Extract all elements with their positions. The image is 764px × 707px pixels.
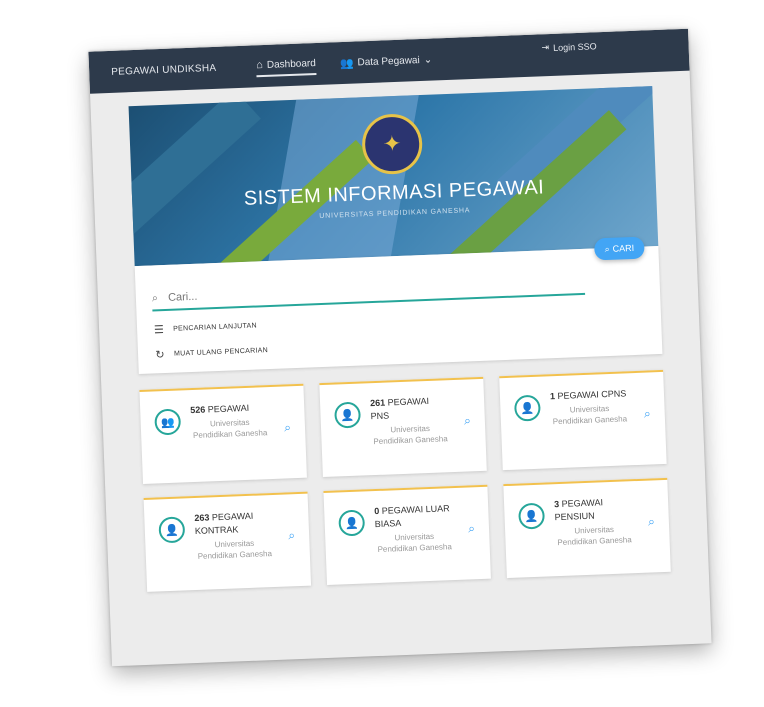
search-field: ⌕ bbox=[151, 274, 586, 312]
cari-button[interactable]: ⌕ CARI bbox=[593, 236, 645, 261]
refresh-icon: ↻ bbox=[155, 349, 166, 362]
card-title: 526 PEGAWAI bbox=[190, 401, 268, 417]
search-icon: ⌕ bbox=[151, 291, 159, 304]
card-count: 1 bbox=[549, 391, 556, 402]
search-icon[interactable]: ⌕ bbox=[288, 528, 295, 543]
card-count: 261 bbox=[369, 397, 386, 409]
person-icon: 👤 bbox=[158, 516, 186, 544]
card-title: 261 PEGAWAI PNS bbox=[370, 394, 449, 423]
home-icon: ⌂ bbox=[256, 59, 264, 72]
card-title: 1 PEGAWAI CPNS bbox=[550, 387, 628, 403]
search-icon[interactable]: ⌕ bbox=[468, 521, 475, 536]
menu-icon: ☰ bbox=[153, 324, 165, 337]
search-icon[interactable]: ⌕ bbox=[648, 514, 655, 529]
person-icon: 👤 bbox=[518, 502, 546, 530]
hero-banner: ✦ SISTEM INFORMASI PEGAWAI UNIVERSITAS P… bbox=[128, 86, 659, 267]
login-sso-label: Login SSO bbox=[552, 40, 597, 53]
reload-search-label: MUAT ULANG PENCARIAN bbox=[173, 347, 269, 358]
reload-search-link[interactable]: ↻ MUAT ULANG PENCARIAN bbox=[154, 330, 646, 362]
stat-card-luar-biasa[interactable]: 👤 0 PEGAWAI LUAR BIASA Universitas Pendi… bbox=[323, 484, 491, 585]
nav-data-pegawai[interactable]: 👥 Data Pegawai ⌄ bbox=[339, 49, 433, 74]
stat-card-pensiun[interactable]: 👤 3 PEGAWAI PENSIUN Universitas Pendidik… bbox=[503, 477, 671, 579]
card-text: 0 PEGAWAI LUAR BIASA Universitas Pendidi… bbox=[374, 502, 454, 555]
advanced-search-label: PENCARIAN LANJUTAN bbox=[172, 322, 258, 333]
stat-card-pns[interactable]: 👤 261 PEGAWAI PNS Universitas Pendidikan… bbox=[319, 376, 487, 478]
stat-card-kontrak[interactable]: 👤 263 PEGAWAI KONTRAK Universitas Pendid… bbox=[143, 491, 312, 592]
card-text: 1 PEGAWAI CPNS Universitas Pendidikan Ga… bbox=[550, 387, 629, 427]
nav-dashboard-label: Dashboard bbox=[266, 57, 316, 71]
card-count: 526 bbox=[190, 404, 206, 416]
card-text: 261 PEGAWAI PNS Universitas Pendidikan G… bbox=[370, 394, 450, 447]
search-icon[interactable]: ⌕ bbox=[284, 420, 291, 435]
main-content: ✦ SISTEM INFORMASI PEGAWAI UNIVERSITAS P… bbox=[90, 71, 709, 594]
person-icon: 👤 bbox=[513, 394, 541, 422]
search-icon: ⌕ bbox=[604, 243, 610, 254]
cari-button-label: CARI bbox=[612, 242, 635, 254]
browser-screenshot: PEGAWAI UNDIKSHA ⌂ Dashboard 👥 Data Pega… bbox=[88, 28, 712, 667]
brand-link[interactable]: PEGAWAI UNDIKSHA bbox=[111, 62, 217, 77]
card-text: 3 PEGAWAI PENSIUN Universitas Pendidikan… bbox=[554, 495, 634, 548]
card-title: 0 PEGAWAI LUAR BIASA bbox=[374, 502, 453, 531]
card-desc: Universitas Pendidikan Ganesha bbox=[557, 524, 632, 548]
nav-dashboard[interactable]: ⌂ Dashboard bbox=[255, 53, 317, 78]
card-desc: Universitas Pendidikan Ganesha bbox=[552, 404, 628, 427]
card-desc: Universitas Pendidikan Ganesha bbox=[197, 538, 273, 561]
card-desc: Universitas Pendidikan Ganesha bbox=[377, 531, 452, 555]
card-count: 0 bbox=[374, 505, 380, 517]
stat-cards: 👥 526 PEGAWAI Universitas Pendidikan Gan… bbox=[139, 369, 671, 592]
chevron-down-icon: ⌄ bbox=[423, 54, 433, 66]
card-title: 263 PEGAWAI KONTRAK bbox=[194, 509, 273, 538]
nav-data-pegawai-label: Data Pegawai bbox=[357, 54, 420, 68]
card-label: PEGAWAI CPNS bbox=[557, 388, 627, 401]
card-label: PEGAWAI bbox=[207, 402, 250, 415]
search-input[interactable] bbox=[165, 274, 585, 305]
card-text: 526 PEGAWAI Universitas Pendidikan Ganes… bbox=[190, 401, 269, 441]
card-count: 3 bbox=[553, 499, 560, 510]
stat-card-cpns[interactable]: 👤 1 PEGAWAI CPNS Universitas Pendidikan … bbox=[499, 369, 667, 471]
card-count: 263 bbox=[194, 512, 210, 524]
card-title: 3 PEGAWAI PENSIUN bbox=[554, 495, 633, 524]
group-icon: 👥 bbox=[154, 408, 182, 436]
person-icon: 👤 bbox=[334, 401, 362, 429]
search-panel: ⌕ CARI ⌕ ☰ PENCARIAN LANJUTAN ↻ MUAT ULA… bbox=[134, 236, 663, 375]
card-text: 263 PEGAWAI KONTRAK Universitas Pendidik… bbox=[194, 509, 274, 562]
login-sso-link[interactable]: ⇥ Login SSO bbox=[541, 40, 596, 53]
card-desc: Universitas Pendidikan Ganesha bbox=[192, 417, 268, 441]
card-desc: Universitas Pendidikan Ganesha bbox=[373, 423, 448, 447]
stat-card-total[interactable]: 👥 526 PEGAWAI Universitas Pendidikan Gan… bbox=[139, 383, 307, 484]
users-icon: 👥 bbox=[339, 57, 354, 70]
search-icon[interactable]: ⌕ bbox=[644, 406, 651, 421]
card-label: PEGAWAI PENSIUN bbox=[554, 497, 604, 523]
card-label: PEGAWAI LUAR BIASA bbox=[374, 503, 450, 530]
person-icon: 👤 bbox=[338, 509, 366, 537]
login-icon: ⇥ bbox=[541, 42, 550, 53]
search-icon[interactable]: ⌕ bbox=[464, 413, 471, 428]
